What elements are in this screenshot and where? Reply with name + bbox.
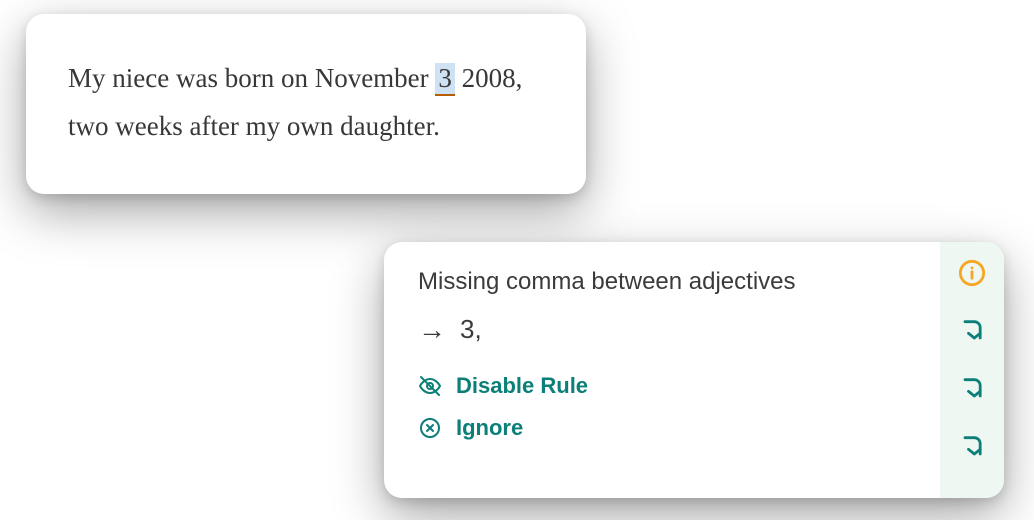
suggestion-title: Missing comma between adjectives xyxy=(418,268,916,296)
apply-replacement-button[interactable]: → 3, xyxy=(418,314,916,345)
suggestion-sidebar xyxy=(940,242,1004,498)
sentence-before: My niece was born on November xyxy=(68,63,435,93)
info-button[interactable] xyxy=(957,260,987,290)
next-suggestion-button-3[interactable] xyxy=(957,434,987,464)
arrow-right-icon: → xyxy=(418,316,446,344)
editor-text[interactable]: My niece was born on November 3 2008, tw… xyxy=(68,54,544,150)
info-icon xyxy=(958,259,986,292)
arrow-down-right-icon xyxy=(958,317,986,350)
suggestion-card: Missing comma between adjectives → 3, Di… xyxy=(384,242,1004,498)
ignore-button[interactable]: Ignore xyxy=(418,415,916,441)
disable-rule-button[interactable]: Disable Rule xyxy=(418,373,916,399)
editor-card: My niece was born on November 3 2008, tw… xyxy=(26,14,586,194)
replacement-text: 3, xyxy=(460,314,482,345)
ignore-label: Ignore xyxy=(456,415,523,441)
highlighted-token[interactable]: 3 xyxy=(435,63,455,96)
eye-off-icon xyxy=(418,374,442,398)
suggestion-main: Missing comma between adjectives → 3, Di… xyxy=(384,242,940,498)
disable-rule-label: Disable Rule xyxy=(456,373,588,399)
next-suggestion-button-1[interactable] xyxy=(957,318,987,348)
arrow-down-right-icon xyxy=(958,433,986,466)
arrow-down-right-icon xyxy=(958,375,986,408)
x-circle-icon xyxy=(418,416,442,440)
next-suggestion-button-2[interactable] xyxy=(957,376,987,406)
